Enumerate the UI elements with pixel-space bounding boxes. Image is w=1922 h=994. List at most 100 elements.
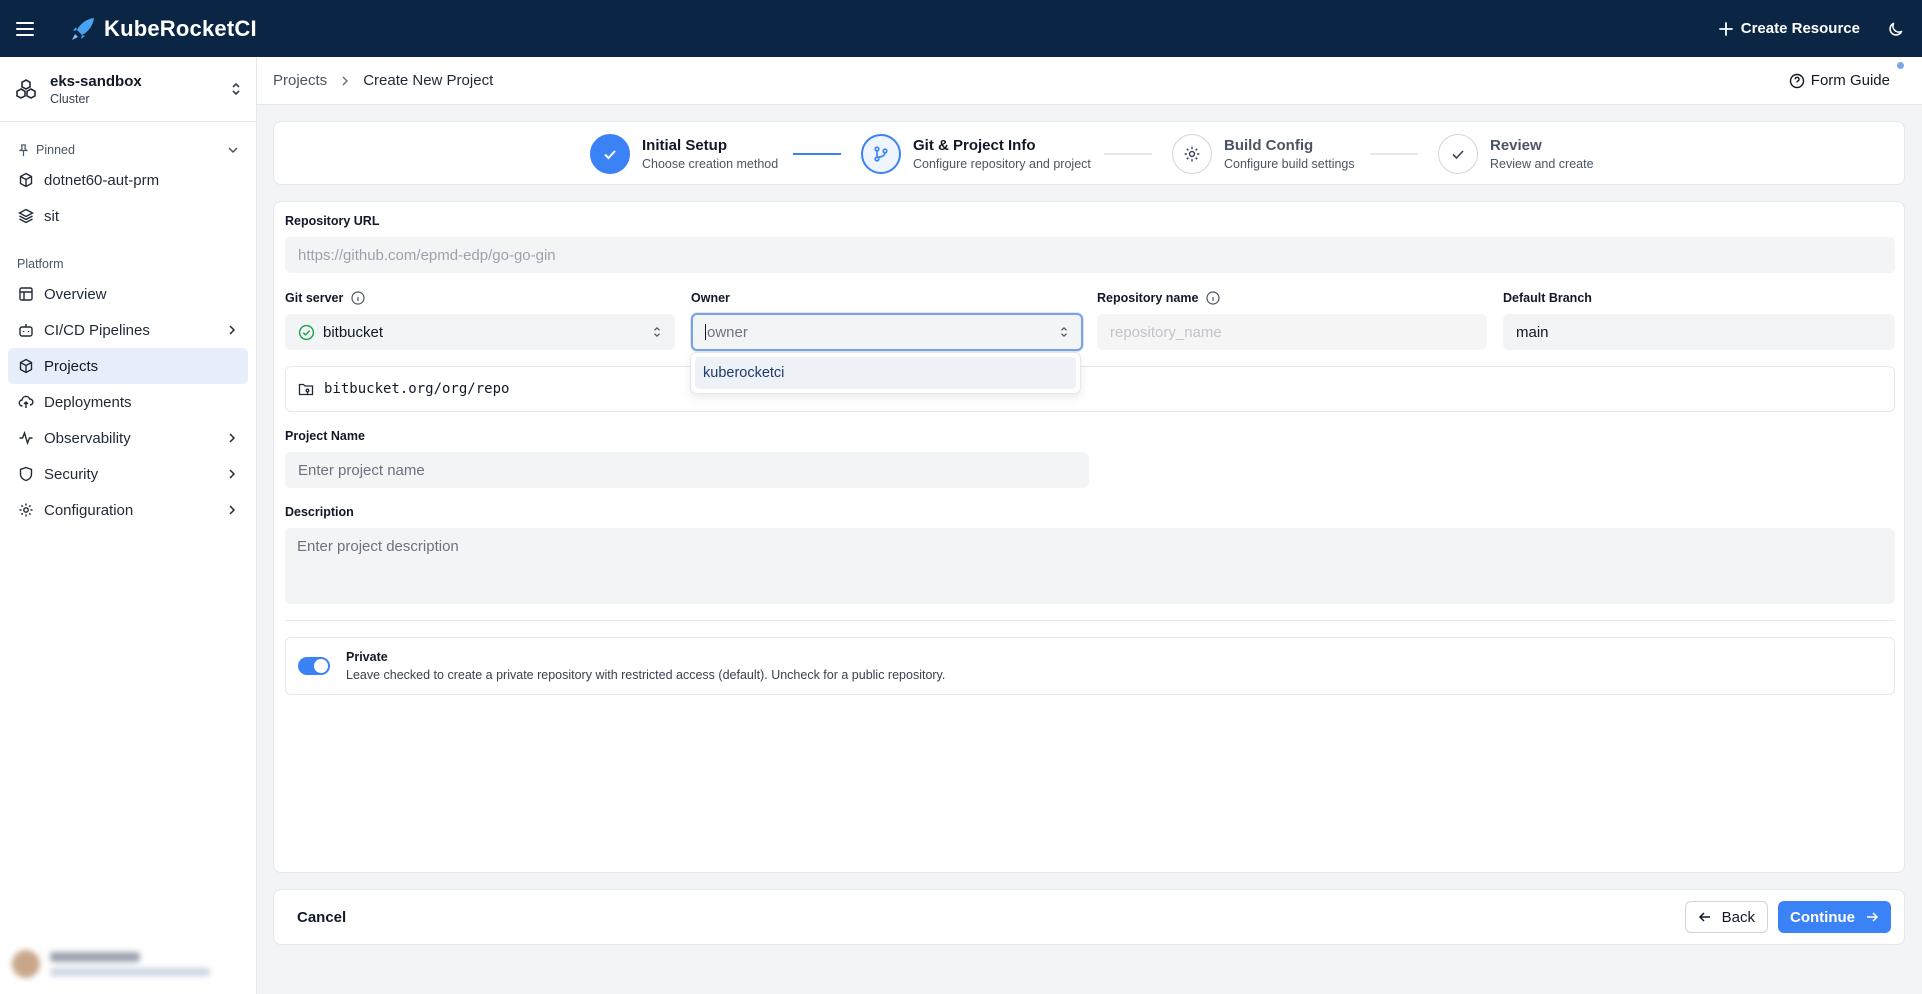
back-label: Back (1721, 908, 1755, 926)
folder-git-icon (298, 383, 314, 396)
divider (285, 620, 1895, 621)
breadcrumb: Projects Create New Project Form Guide (257, 57, 1922, 105)
top-bar: KubeRocketCI Create Resource (0, 0, 1922, 57)
step-initial-setup[interactable]: Initial Setup Choose creation method (590, 134, 778, 174)
pinned-item-dotnet60-aut-prm[interactable]: dotnet60-aut-prm (8, 162, 248, 198)
stepper: Initial Setup Choose creation method Git… (273, 121, 1905, 185)
breadcrumb-current: Create New Project (363, 72, 494, 89)
gear-icon (1172, 134, 1212, 174)
pinned-item-sit[interactable]: sit (8, 198, 248, 234)
layout-icon (19, 287, 33, 301)
continue-label: Continue (1790, 908, 1855, 926)
sidebar-item-observability[interactable]: Observability (8, 420, 248, 456)
cancel-button[interactable]: Cancel (297, 909, 346, 926)
breadcrumb-projects-link[interactable]: Projects (273, 72, 327, 89)
chevron-right-icon (229, 433, 236, 443)
bot-icon (19, 324, 33, 337)
form-guide-label: Form Guide (1810, 72, 1890, 89)
sidebar-item-label: Overview (44, 285, 107, 303)
chevron-up-down-icon (232, 82, 240, 96)
default-branch-input[interactable]: main (1503, 314, 1895, 350)
repo-url-label: Repository URL (285, 214, 380, 228)
continue-button[interactable]: Continue (1778, 901, 1891, 933)
pinned-section-header[interactable]: Pinned (0, 138, 256, 162)
description-label: Description (285, 505, 354, 519)
sidebar-item-label: CI/CD Pipelines (44, 321, 150, 339)
create-resource-button[interactable]: Create Resource (1718, 20, 1860, 37)
repo-name-input[interactable]: repository_name (1097, 314, 1487, 350)
brand-name: KubeRocketCI (104, 15, 257, 41)
layers-icon (18, 208, 34, 224)
sidebar-item-label: Projects (44, 357, 99, 375)
sidebar-item-label: Configuration (44, 501, 134, 519)
sidebar-item-configuration[interactable]: Configuration (8, 492, 248, 528)
moon-icon (1889, 22, 1903, 36)
form-guide-button[interactable]: Form Guide (1789, 62, 1904, 89)
owner-option-kuberocketci[interactable]: kuberocketci (695, 357, 1076, 389)
pinned-label: Pinned (36, 143, 75, 157)
check-circle-icon (298, 324, 315, 340)
help-circle-icon (1789, 73, 1804, 88)
step-review[interactable]: Review Review and create (1438, 134, 1594, 174)
step-build-config[interactable]: Build Config Configure build settings (1172, 134, 1355, 174)
step-title: Build Config (1224, 137, 1314, 154)
repo-url-input[interactable]: https://github.com/epmd-edp/go-go-gin (285, 237, 1895, 273)
step-desc: Configure build settings (1224, 157, 1355, 171)
rocket-logo-icon (72, 17, 94, 40)
step-connector (1370, 153, 1418, 155)
cluster-icon (16, 79, 36, 99)
private-desc: Leave checked to create a private reposi… (346, 668, 946, 682)
pinned-item-label: dotnet60-aut-prm (44, 171, 160, 189)
private-toggle[interactable] (298, 657, 330, 675)
back-button[interactable]: Back (1684, 901, 1768, 933)
chevron-right-icon (229, 325, 236, 335)
cluster-type: Cluster (50, 91, 90, 106)
project-form: Repository URL https://github.com/epmd-e… (273, 201, 1905, 873)
step-git-project-info[interactable]: Git & Project Info Configure repository … (861, 134, 1091, 174)
arrow-right-icon (1867, 912, 1879, 922)
git-branch-icon (861, 134, 901, 174)
activity-icon (19, 430, 33, 446)
sidebar-item-cicd-pipelines[interactable]: CI/CD Pipelines (8, 312, 248, 348)
step-title: Git & Project Info (913, 137, 1036, 154)
info-icon (351, 291, 365, 305)
shield-icon (19, 466, 33, 482)
sidebar: eks-sandbox Cluster Pinned dotnet60-aut-… (0, 57, 257, 994)
sidebar-item-overview[interactable]: Overview (8, 276, 248, 312)
git-server-select[interactable]: bitbucket (285, 314, 675, 350)
pinned-item-label: sit (44, 207, 59, 225)
hamburger-menu-button[interactable] (0, 0, 50, 57)
user-profile[interactable] (6, 942, 250, 986)
step-connector (793, 153, 841, 155)
chevron-down-icon (228, 147, 238, 154)
sidebar-item-security[interactable]: Security (8, 456, 248, 492)
owner-label: Owner (691, 291, 730, 305)
owner-select[interactable]: owner (691, 313, 1083, 351)
private-title: Private (346, 650, 388, 664)
project-name-input[interactable]: Enter project name (285, 452, 1089, 488)
chevron-up-down-icon (652, 325, 662, 339)
cloud-upload-icon (18, 395, 34, 408)
repo-path-text: bitbucket.org/org/repo (324, 381, 510, 397)
arrow-left-icon (1698, 912, 1710, 922)
cluster-name: eks-sandbox (50, 72, 142, 90)
create-resource-label: Create Resource (1740, 20, 1860, 37)
description-textarea[interactable]: Enter project description (285, 528, 1895, 604)
cluster-switcher[interactable]: eks-sandbox Cluster (0, 57, 256, 122)
sidebar-item-projects[interactable]: Projects (8, 348, 248, 384)
default-branch-label: Default Branch (1503, 291, 1592, 305)
gear-icon (19, 503, 33, 517)
git-server-label: Git server (285, 291, 365, 305)
check-icon (590, 134, 630, 174)
owner-dropdown: kuberocketci (690, 352, 1081, 394)
pin-icon (18, 143, 29, 156)
step-title: Review (1490, 137, 1542, 154)
box-icon (19, 358, 33, 374)
theme-toggle-button[interactable] (1888, 21, 1904, 37)
repo-path-preview: bitbucket.org/org/repo (285, 366, 1895, 412)
avatar (12, 950, 40, 978)
sidebar-item-deployments[interactable]: Deployments (8, 384, 248, 420)
brand-logo[interactable]: KubeRocketCI (70, 16, 257, 42)
text-cursor (705, 324, 706, 340)
repo-name-label: Repository name (1097, 291, 1221, 305)
